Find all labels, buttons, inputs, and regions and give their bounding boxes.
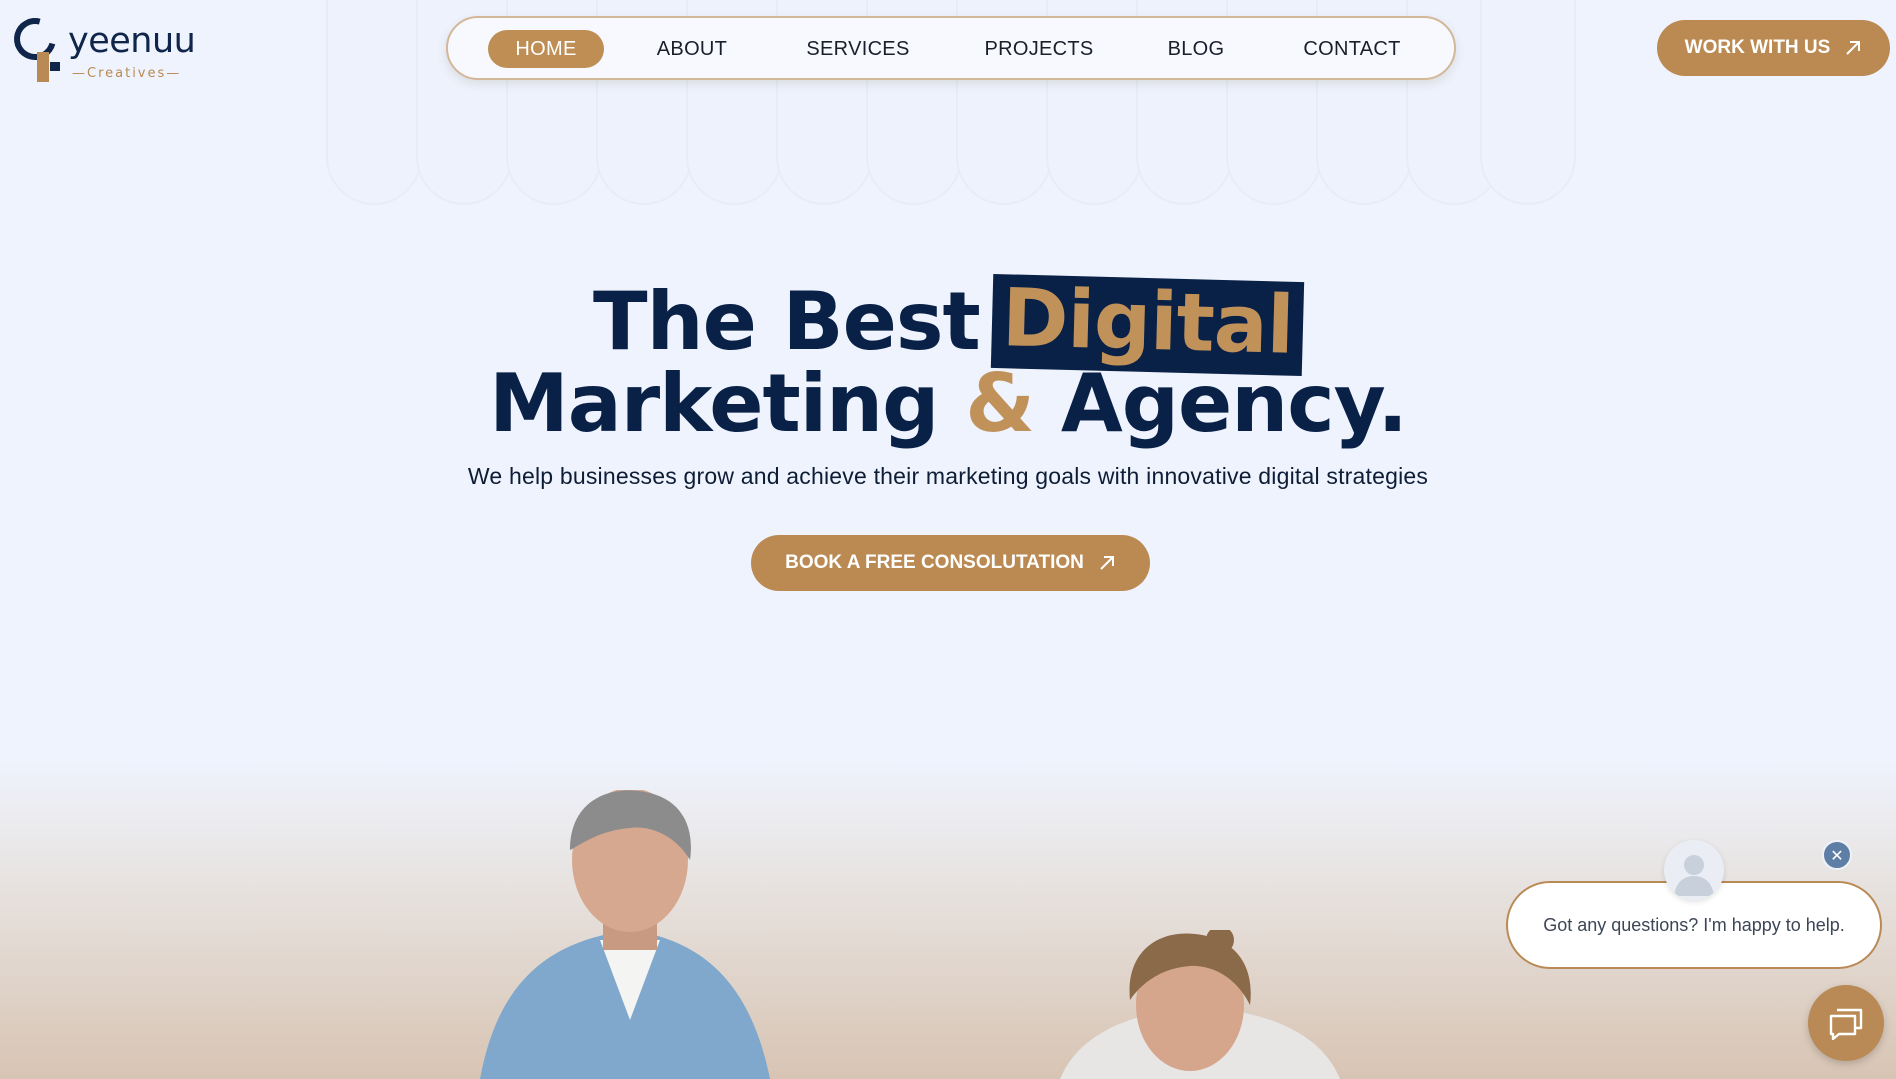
arrow-up-right-icon	[1100, 556, 1114, 570]
chat-launcher-button[interactable]	[1808, 985, 1884, 1061]
hero-photo-person-left	[480, 790, 770, 1079]
logo-square-mark	[50, 62, 60, 71]
book-consultation-label: BOOK A FREE CONSOLUTATION	[785, 552, 1084, 573]
logo-subtitle: —Creatives—	[72, 66, 182, 81]
nav-item-projects[interactable]: PROJECTS	[964, 30, 1114, 68]
chat-prompt-text: Got any questions? I'm happy to help.	[1543, 914, 1845, 935]
logo[interactable]: yeenuu —Creatives—	[6, 10, 202, 86]
chat-close-button[interactable]: ✕	[1822, 840, 1852, 870]
nav-item-home[interactable]: HOME	[488, 30, 604, 68]
hero-photo-person-right	[1060, 930, 1340, 1079]
nav-item-blog[interactable]: BLOG	[1146, 30, 1246, 68]
hero-subtitle: We help businesses grow and achieve thei…	[467, 463, 1429, 489]
close-icon: ✕	[1830, 845, 1844, 865]
chat-agent-avatar	[1664, 840, 1724, 900]
logo-stem-mark	[37, 52, 49, 82]
hero-title-line-2: Marketing & Agency.	[0, 364, 1896, 444]
arrow-up-right-icon	[1846, 41, 1861, 55]
work-with-us-label: WORK WITH US	[1684, 37, 1831, 58]
nav-item-services[interactable]: SERVICES	[784, 30, 932, 68]
user-avatar-icon	[1674, 855, 1714, 896]
logo-ring-mark	[6, 10, 64, 68]
nav-item-contact[interactable]: CONTACT	[1270, 30, 1434, 68]
main-navigation: HOME ABOUT SERVICES PROJECTS BLOG CONTAC…	[446, 16, 1456, 80]
hero-title-ampersand: &	[965, 357, 1035, 450]
chat-icon	[1829, 1008, 1863, 1040]
work-with-us-button[interactable]: WORK WITH US	[1657, 20, 1890, 76]
hero-title-marketing: Marketing	[489, 357, 939, 450]
nav-item-about[interactable]: ABOUT	[632, 30, 752, 68]
book-consultation-button[interactable]: BOOK A FREE CONSOLUTATION	[751, 535, 1150, 591]
logo-wordmark: yeenuu	[68, 21, 196, 61]
hero-title-agency: Agency.	[1060, 357, 1408, 450]
hero-title-part1: The Best	[593, 275, 981, 368]
